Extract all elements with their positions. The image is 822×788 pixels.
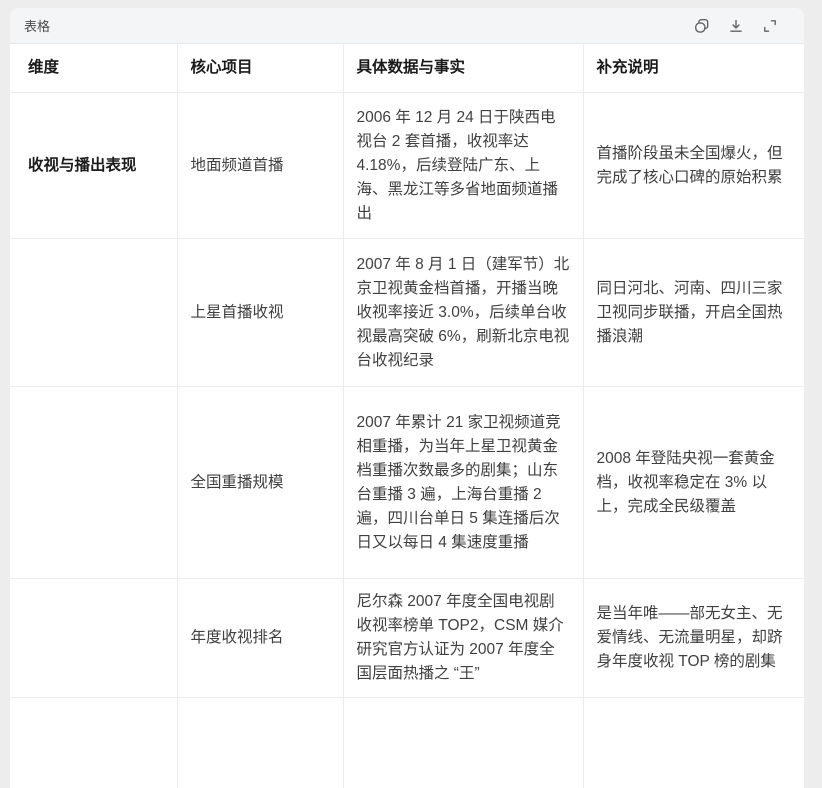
table-row: 收视与播出表现 地面频道首播 2006 年 12 月 24 日于陕西电视台 2 …: [10, 93, 804, 239]
cell-project: 上星首播收视: [177, 239, 343, 387]
col-header-dimension: 维度: [10, 44, 177, 93]
cell-dimension: [10, 239, 177, 387]
cell-notes: 2008 年登陆央视一套黄金档，收视率稳定在 3% 以上，完成全民级覆盖: [583, 387, 804, 579]
cell-dimension: 收视与播出表现: [10, 93, 177, 239]
download-icon[interactable]: [728, 18, 744, 34]
cell-facts: 2007 年 8 月 1 日（建军节）北京卫视黄金档首播，开播当晚收视率接近 3…: [343, 239, 583, 387]
cell-facts: 尼尔森 2007 年度全国电视剧收视率榜单 TOP2，CSM 媒介研究官方认证为…: [343, 579, 583, 698]
cell-facts: 2006 年 12 月 24 日于陕西电视台 2 套首播，收视率达 4.18%，…: [343, 93, 583, 239]
cell-project: 地面频道首播: [177, 93, 343, 239]
cell-dimension: [10, 579, 177, 698]
table-row: 上星首播收视 2007 年 8 月 1 日（建军节）北京卫视黄金档首播，开播当晚…: [10, 239, 804, 387]
copy-icon[interactable]: [694, 18, 710, 34]
table-row-partial: [10, 698, 804, 788]
table-container: 维度 核心项目 具体数据与事实 补充说明 收视与播出表现 地面频道首播 2006…: [10, 44, 804, 788]
cell-notes: 首播阶段虽未全国爆火，但完成了核心口碑的原始积累: [583, 93, 804, 239]
cell-notes: [583, 698, 804, 788]
col-header-project: 核心项目: [177, 44, 343, 93]
cell-dimension: [10, 387, 177, 579]
data-table: 维度 核心项目 具体数据与事实 补充说明 收视与播出表现 地面频道首播 2006…: [10, 44, 804, 788]
cell-project: 全国重播规模: [177, 387, 343, 579]
table-widget-card: 表格: [10, 8, 804, 788]
cell-facts: [343, 698, 583, 788]
table-row: 全国重播规模 2007 年累计 21 家卫视频道竞相重播，为当年上星卫视黄金档重…: [10, 387, 804, 579]
table-row: 年度收视排名 尼尔森 2007 年度全国电视剧收视率榜单 TOP2，CSM 媒介…: [10, 579, 804, 698]
toolbar-actions: [694, 18, 790, 34]
cell-project: [177, 698, 343, 788]
cell-dimension: [10, 698, 177, 788]
expand-icon[interactable]: [762, 18, 778, 34]
widget-title: 表格: [24, 16, 50, 35]
cell-facts: 2007 年累计 21 家卫视频道竞相重播，为当年上星卫视黄金档重播次数最多的剧…: [343, 387, 583, 579]
cell-project: 年度收视排名: [177, 579, 343, 698]
col-header-facts: 具体数据与事实: [343, 44, 583, 93]
table-widget-toolbar: 表格: [10, 8, 804, 44]
table-header-row: 维度 核心项目 具体数据与事实 补充说明: [10, 44, 804, 93]
col-header-notes: 补充说明: [583, 44, 804, 93]
cell-notes: 同日河北、河南、四川三家卫视同步联播，开启全国热播浪潮: [583, 239, 804, 387]
cell-notes: 是当年唯——部无女主、无爱情线、无流量明星，却跻身年度收视 TOP 榜的剧集: [583, 579, 804, 698]
